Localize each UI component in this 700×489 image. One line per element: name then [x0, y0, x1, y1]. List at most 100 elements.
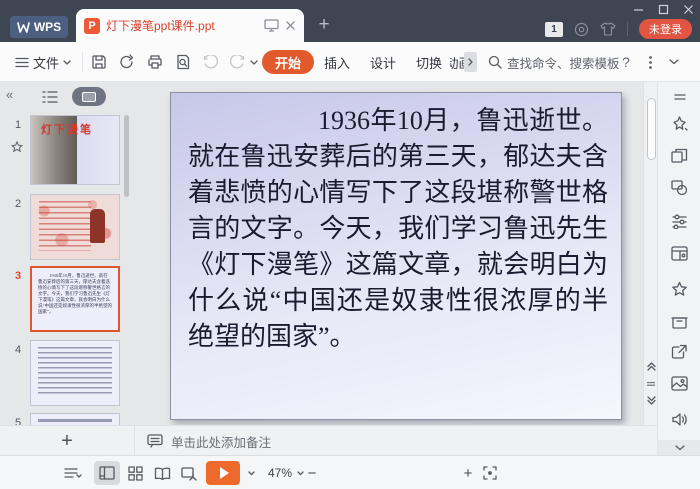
slide-number: 1 — [10, 119, 26, 131]
panel-scrollbar-thumb[interactable] — [124, 115, 129, 197]
theme-shirt-icon[interactable] — [600, 22, 616, 36]
titlebar-right-icons: 1 未登录 — [545, 18, 692, 40]
play-slideshow-button[interactable] — [206, 461, 240, 485]
zoom-level-display[interactable]: 47% — [262, 456, 298, 489]
print-button[interactable] — [142, 50, 168, 74]
fit-to-window-button[interactable] — [478, 456, 502, 489]
status-bar: 47% − + 我是星球 看你想象 Downyi.com — [0, 455, 700, 489]
maximize-icon[interactable] — [658, 4, 669, 15]
save-button[interactable] — [86, 50, 112, 74]
slideshow-setup-button[interactable] — [176, 456, 202, 489]
notes-bubble-icon — [147, 434, 163, 448]
slide-thumbnail-4[interactable] — [30, 340, 120, 406]
new-tab-button[interactable]: + — [312, 12, 336, 38]
audio-button[interactable] — [658, 406, 700, 432]
document-tab[interactable]: P 灯下漫笔ppt课件.ppt — [76, 9, 304, 42]
slide-body-text[interactable]: 1936年10月，鲁迅逝世。就在鲁迅安葬后的第三天，郁达夫含着悲愤的心情写下了这… — [188, 103, 608, 355]
notes-input[interactable]: 单击此处添加备注 — [135, 426, 657, 456]
slide-row-2: 2 — [0, 194, 126, 266]
outline-view-icon[interactable] — [42, 90, 58, 104]
chevron-down-icon — [63, 60, 71, 65]
fit-screen-icon — [483, 466, 497, 480]
shapes-icon — [671, 180, 688, 195]
wps-presentation-window: WPS P 灯下漫笔ppt课件.ppt + 1 未登录 文件 — [0, 0, 700, 489]
handle-lines-icon — [674, 94, 686, 100]
next-slide-button[interactable] — [644, 392, 658, 408]
undo-icon — [203, 55, 219, 69]
chevron-down-icon — [675, 445, 685, 451]
thumbnail-text-lines — [38, 419, 112, 422]
sidebar-handle[interactable] — [658, 84, 700, 110]
display-options-button[interactable] — [58, 456, 88, 489]
titlebar: WPS P 灯下漫笔ppt课件.ppt + 1 未登录 — [0, 0, 700, 42]
collapse-sidebar-button[interactable] — [658, 440, 700, 455]
hamburger-icon — [15, 57, 29, 68]
caret-down-icon — [248, 471, 255, 476]
undo-button[interactable] — [198, 50, 224, 74]
scroll-handle-button[interactable] — [644, 376, 658, 392]
current-slide[interactable]: 1936年10月，鲁迅逝世。就在鲁迅安葬后的第三天，郁达夫含着悲愤的心情写下了这… — [170, 92, 622, 420]
previous-slide-button[interactable] — [644, 358, 658, 374]
command-search-box[interactable]: 查找命令、搜索模板 — [488, 50, 620, 74]
zoom-out-button[interactable]: − — [302, 456, 322, 489]
share-button[interactable] — [658, 338, 700, 364]
ribbon-tab-design[interactable]: 设计 — [364, 50, 402, 74]
zoom-in-button[interactable]: + — [458, 456, 478, 489]
lines-caret-icon — [64, 467, 82, 479]
open-documents-badge[interactable]: 1 — [545, 22, 563, 37]
slide-number: 5 — [10, 417, 26, 425]
notes-placeholder: 单击此处添加备注 — [171, 432, 271, 451]
file-menu-button[interactable]: 文件 — [8, 50, 78, 74]
add-slide-button[interactable]: + — [0, 426, 135, 456]
reading-view-button[interactable] — [149, 456, 175, 489]
quickbar-more-button[interactable] — [246, 50, 262, 74]
help-button[interactable]: ? — [616, 50, 636, 74]
shapes-button[interactable] — [658, 174, 700, 200]
slide-thumbnail-2[interactable] — [30, 194, 120, 260]
ribbon-more-button[interactable] — [642, 50, 658, 74]
panel-scrollbar[interactable] — [124, 112, 129, 425]
slide-row-1: 1 灯下漫笔 — [0, 115, 126, 187]
grid-view-icon — [128, 466, 143, 481]
slide-layout-button[interactable] — [658, 142, 700, 168]
object-properties-button[interactable] — [658, 208, 700, 234]
ribbon-tab-insert[interactable]: 插入 — [318, 50, 356, 74]
smart-beautify-button[interactable] — [658, 110, 700, 136]
ribbon-tabs-scroll-button[interactable] — [464, 52, 477, 72]
thumbnail-view-toggle[interactable] — [72, 87, 106, 106]
file-menu-label: 文件 — [33, 53, 59, 72]
slide-sorter-view-button[interactable] — [122, 456, 148, 489]
ribbon-tab-home[interactable]: 开始 — [262, 50, 314, 74]
design-templates-button[interactable] — [658, 240, 700, 266]
box-icon — [671, 314, 688, 329]
close-tab-icon[interactable] — [285, 20, 296, 31]
share-arrow-icon — [671, 344, 688, 359]
thumbnail-view-icon — [82, 92, 96, 102]
slide-thumbnail-5[interactable] — [30, 413, 120, 425]
favorites-button[interactable] — [658, 276, 700, 302]
print-preview-button[interactable] — [170, 50, 196, 74]
toolbox-button[interactable] — [658, 308, 700, 334]
vertical-scrollbar[interactable] — [643, 82, 657, 425]
vertical-scrollbar-thumb[interactable] — [647, 98, 656, 160]
export-button[interactable] — [114, 50, 140, 74]
collapse-ribbon-button[interactable] — [662, 50, 686, 74]
normal-view-button[interactable] — [94, 461, 120, 485]
play-options-caret[interactable] — [244, 456, 258, 489]
double-chevron-up-icon — [647, 362, 656, 371]
slide-thumbnail-1[interactable]: 灯下漫笔 — [30, 115, 120, 185]
slide-panel-header: « — [0, 85, 135, 111]
wps-logo-button[interactable]: WPS — [10, 16, 68, 38]
collapse-panel-icon[interactable]: « — [6, 87, 13, 102]
picture-button[interactable] — [658, 370, 700, 396]
minimize-icon[interactable] — [633, 4, 644, 15]
login-button[interactable]: 未登录 — [639, 19, 692, 39]
close-window-icon[interactable] — [683, 4, 694, 15]
thumbnail-text: 1936年10月，鲁迅逝世。就在鲁迅安葬后的第三天，郁达夫含着悲愤的心情写下了这… — [32, 268, 118, 320]
ribbon-tab-transition[interactable]: 切换 — [410, 50, 448, 74]
handle-dots-icon — [647, 382, 655, 386]
image-icon — [671, 376, 688, 391]
settings-circle-icon[interactable] — [574, 22, 589, 37]
slide-thumbnail-3-selected[interactable]: 1936年10月，鲁迅逝世。就在鲁迅安葬后的第三天，郁达夫含着悲愤的心情写下了这… — [30, 266, 120, 332]
present-monitor-icon[interactable] — [264, 19, 279, 32]
